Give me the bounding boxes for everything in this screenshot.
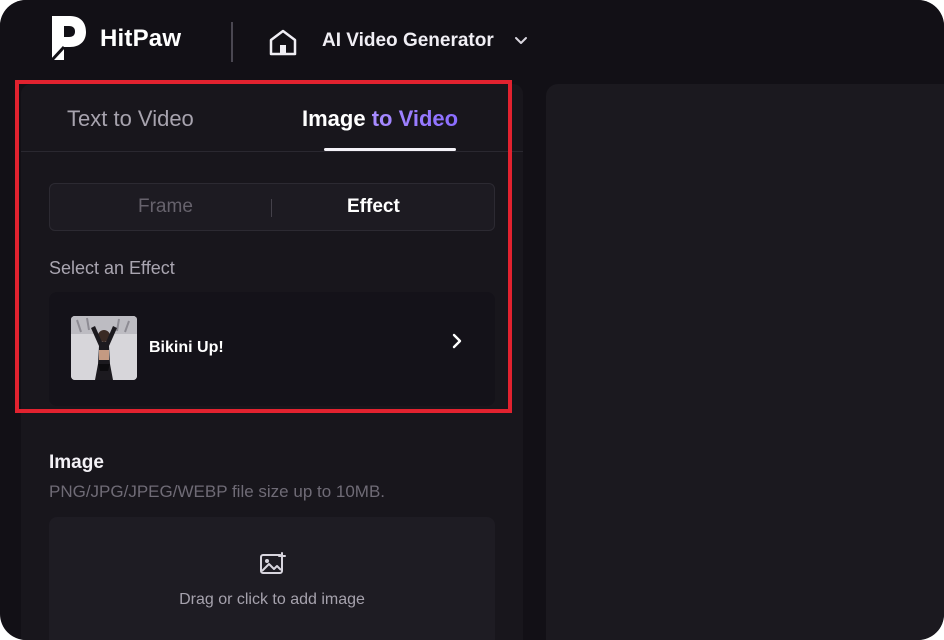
- home-icon[interactable]: [268, 28, 298, 56]
- image-format-hint: PNG/JPG/JPEG/WEBP file size up to 10MB.: [49, 482, 386, 501]
- dropzone-label: Drag or click to add image: [179, 591, 365, 608]
- app-window: HitPaw AI Video Generator Text to Video …: [0, 0, 944, 640]
- hitpaw-logo-icon[interactable]: [48, 14, 90, 62]
- top-bar: HitPaw AI Video Generator: [0, 0, 944, 84]
- preview-panel: [546, 84, 944, 640]
- effect-thumbnail-image: [71, 316, 137, 380]
- frame-option[interactable]: Frame: [138, 196, 193, 218]
- segment-divider: [271, 199, 272, 217]
- brand-name: HitPaw: [100, 25, 182, 52]
- chevron-right-icon[interactable]: [449, 331, 465, 351]
- mode-tabs: Text to Video Image to Video: [21, 84, 523, 152]
- tab-image-label-end: to Video: [371, 106, 459, 131]
- frame-effect-toggle: Frame Effect: [49, 183, 495, 231]
- add-image-icon: [260, 552, 286, 574]
- effect-option[interactable]: Effect: [347, 196, 400, 218]
- selected-effect-name: Bikini Up!: [149, 339, 224, 356]
- tab-text-to-video[interactable]: Text to Video: [67, 106, 194, 132]
- effect-thumbnail: [71, 316, 137, 380]
- image-dropzone[interactable]: Drag or click to add image: [49, 517, 495, 640]
- select-effect-label: Select an Effect: [49, 258, 175, 278]
- tab-image-to-video[interactable]: Image to Video: [302, 106, 458, 132]
- active-tab-indicator: [324, 148, 456, 151]
- image-section-title: Image: [49, 452, 104, 473]
- effect-selector[interactable]: Bikini Up!: [49, 292, 495, 406]
- app-title-dropdown[interactable]: AI Video Generator: [322, 30, 494, 52]
- divider: [231, 22, 233, 62]
- chevron-down-icon[interactable]: [513, 34, 529, 48]
- tab-image-label-start: Image: [302, 106, 366, 131]
